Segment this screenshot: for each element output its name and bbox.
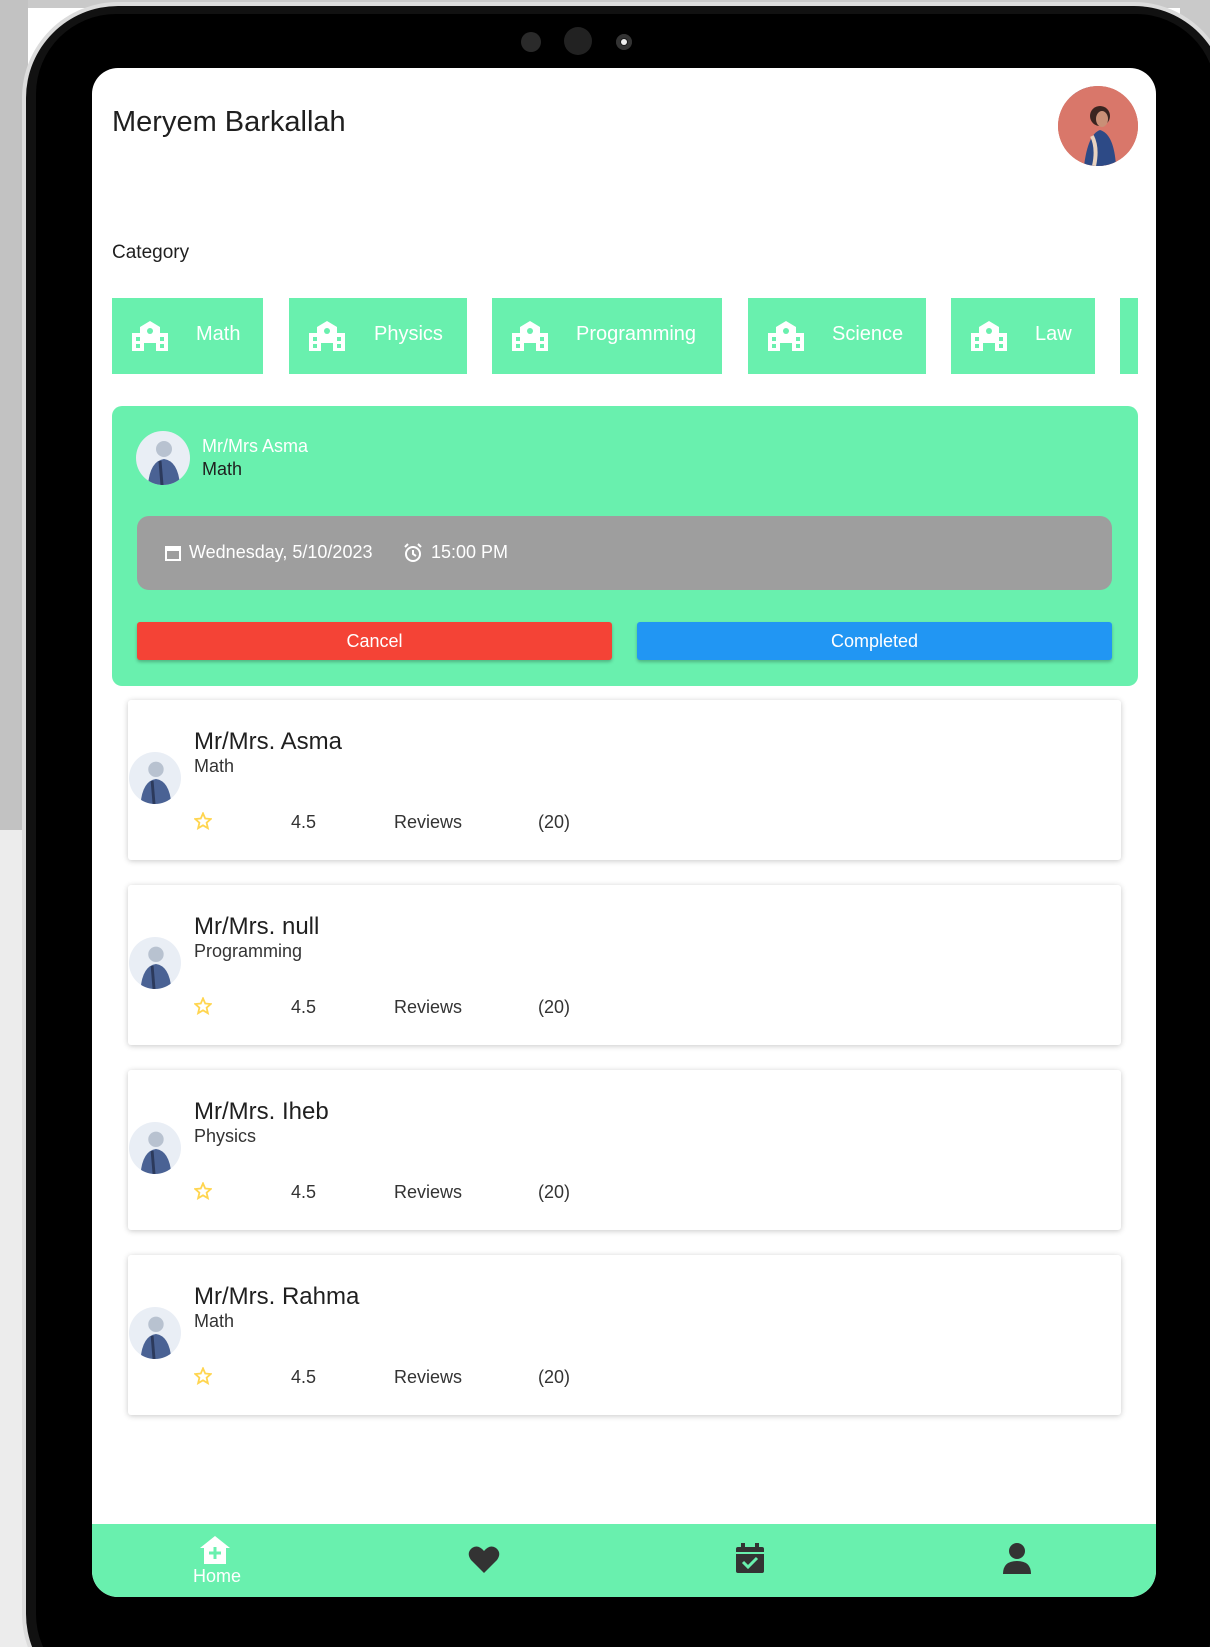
avatar-image-icon bbox=[136, 431, 190, 485]
appointment-card: Mr/Mrs Asma Math Wednesday, 5/10/2023 15… bbox=[112, 406, 1138, 686]
star-icon bbox=[194, 1182, 212, 1200]
school-icon bbox=[132, 321, 168, 351]
teacher-subject: Math bbox=[194, 756, 235, 776]
category-chip-science[interactable]: Science bbox=[748, 298, 926, 374]
teacher-avatar bbox=[129, 937, 181, 989]
school-icon bbox=[309, 321, 345, 351]
teacher-avatar bbox=[129, 752, 181, 804]
appointment-time: 15:00 PM bbox=[431, 542, 509, 562]
teacher-rating: 4.5 bbox=[291, 812, 317, 832]
appointment-datetime: Wednesday, 5/10/2023 15:00 PM bbox=[137, 516, 1112, 590]
nav-favorites[interactable] bbox=[425, 1524, 545, 1597]
reviews-count: (20) bbox=[538, 997, 571, 1017]
nav-home[interactable]: Home bbox=[158, 1524, 278, 1597]
teacher-rating: 4.5 bbox=[291, 997, 317, 1017]
avatar-image-icon bbox=[129, 752, 181, 804]
category-chip-physics[interactable]: Physics bbox=[289, 298, 467, 374]
category-label: Law bbox=[1035, 323, 1072, 345]
reviews-label: Reviews bbox=[394, 1367, 463, 1387]
avatar-image-icon bbox=[129, 1122, 181, 1174]
home-add-icon bbox=[200, 1536, 230, 1564]
avatar-image-icon bbox=[1058, 86, 1138, 166]
category-label: Science bbox=[832, 323, 904, 345]
category-chip-partial[interactable] bbox=[1120, 298, 1138, 374]
bottom-navigation: Home bbox=[92, 1524, 1156, 1597]
appointment-date: Wednesday, 5/10/2023 bbox=[189, 542, 373, 562]
teacher-subject: Programming bbox=[194, 941, 303, 961]
cancel-button[interactable]: Cancel bbox=[137, 622, 612, 660]
reviews-label: Reviews bbox=[394, 812, 463, 832]
appointment-teacher: Mr/Mrs Asma bbox=[202, 436, 308, 456]
reviews-label: Reviews bbox=[394, 997, 463, 1017]
teacher-rating: 4.5 bbox=[291, 1182, 317, 1202]
person-icon bbox=[1003, 1543, 1031, 1574]
school-icon bbox=[768, 321, 804, 351]
heart-icon bbox=[468, 1546, 500, 1573]
category-list: Math Physics Programming Science Law bbox=[112, 298, 1156, 374]
teacher-subject: Math bbox=[194, 1311, 235, 1331]
app-screen: Meryem Barkallah Category Math Physics P… bbox=[92, 68, 1156, 1597]
teacher-name: Mr/Mrs. null bbox=[194, 913, 320, 940]
reviews-count: (20) bbox=[538, 812, 571, 832]
teacher-card[interactable]: Mr/Mrs. null Programming 4.5 Reviews (20… bbox=[128, 885, 1121, 1045]
teacher-card[interactable]: Mr/Mrs. Asma Math 4.5 Reviews (20) bbox=[128, 700, 1121, 860]
avatar-image-icon bbox=[129, 937, 181, 989]
teacher-name: Mr/Mrs. Rahma bbox=[194, 1283, 360, 1310]
star-icon bbox=[194, 1367, 212, 1385]
alarm-icon bbox=[404, 543, 422, 562]
calendar-check-icon bbox=[736, 1543, 764, 1573]
nav-appointments[interactable] bbox=[691, 1524, 811, 1597]
avatar-image-icon bbox=[129, 1307, 181, 1359]
teacher-card[interactable]: Mr/Mrs. Rahma Math 4.5 Reviews (20) bbox=[128, 1255, 1121, 1415]
star-icon bbox=[194, 997, 212, 1015]
completed-button[interactable]: Completed bbox=[637, 622, 1112, 660]
school-icon bbox=[512, 321, 548, 351]
category-title: Category bbox=[112, 242, 190, 263]
nav-home-label: Home bbox=[193, 1566, 242, 1586]
category-label: Math bbox=[196, 323, 241, 345]
camera-icon bbox=[564, 27, 592, 55]
teacher-avatar bbox=[136, 431, 190, 485]
category-chip-programming[interactable]: Programming bbox=[492, 298, 722, 374]
teacher-name: Mr/Mrs. Asma bbox=[194, 728, 342, 755]
sensor-icon bbox=[521, 32, 541, 52]
category-chip-law[interactable]: Law bbox=[951, 298, 1095, 374]
category-label: Programming bbox=[576, 323, 697, 345]
reviews-count: (20) bbox=[538, 1367, 571, 1387]
category-chip-math[interactable]: Math bbox=[112, 298, 263, 374]
school-icon bbox=[971, 321, 1007, 351]
teacher-avatar bbox=[129, 1307, 181, 1359]
star-icon bbox=[194, 812, 212, 830]
appointment-subject: Math bbox=[202, 459, 243, 479]
calendar-icon bbox=[165, 546, 181, 561]
profile-avatar[interactable] bbox=[1058, 86, 1138, 166]
reviews-count: (20) bbox=[538, 1182, 571, 1202]
teacher-avatar bbox=[129, 1122, 181, 1174]
nav-profile[interactable] bbox=[958, 1524, 1078, 1597]
reviews-label: Reviews bbox=[394, 1182, 463, 1202]
teacher-name: Mr/Mrs. Iheb bbox=[194, 1098, 329, 1125]
camera-lens-icon bbox=[616, 34, 632, 50]
teacher-subject: Physics bbox=[194, 1126, 257, 1146]
teacher-card[interactable]: Mr/Mrs. Iheb Physics 4.5 Reviews (20) bbox=[128, 1070, 1121, 1230]
user-name: Meryem Barkallah bbox=[112, 106, 346, 138]
teacher-rating: 4.5 bbox=[291, 1367, 317, 1387]
background-panel bbox=[0, 0, 28, 830]
category-label: Physics bbox=[374, 323, 443, 345]
